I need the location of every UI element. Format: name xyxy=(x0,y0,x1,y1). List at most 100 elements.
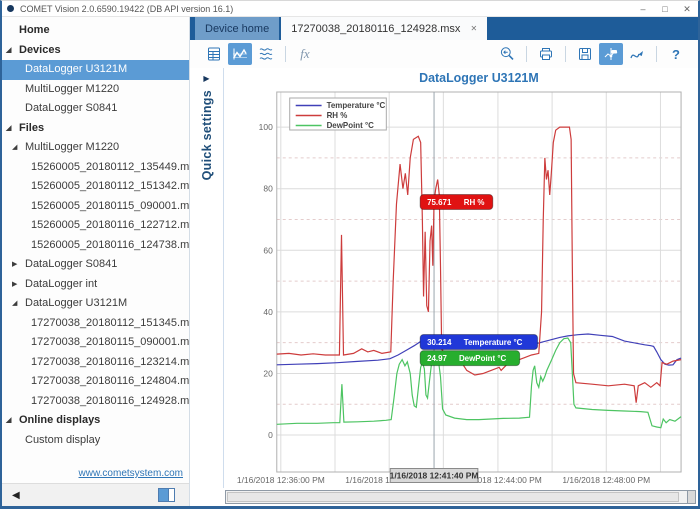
tree-item-15260005-20180112-135449-msx[interactable]: 15260005_20180112_135449.msx xyxy=(2,158,189,178)
export-icon xyxy=(577,46,593,62)
value-badge-value: 75.671 xyxy=(427,198,452,207)
tree-item-datalogger-int[interactable]: ▶ DataLogger int xyxy=(2,275,189,295)
toolbar-separator xyxy=(656,46,657,62)
close-icon[interactable]: ✕ xyxy=(676,2,698,16)
help-button[interactable]: ? xyxy=(664,43,688,65)
tree-item-files[interactable]: ◢ Files xyxy=(2,119,189,139)
app-icon xyxy=(7,5,14,12)
print-icon xyxy=(538,46,554,62)
tree-item-custom-display[interactable]: Custom display xyxy=(2,431,189,451)
tree-item-multilogger-m1220[interactable]: ◢ MultiLogger M1220 xyxy=(2,138,189,158)
toolbar-left-group: fx xyxy=(202,43,317,65)
tree-item-online-displays[interactable]: ◢ Online displays xyxy=(2,411,189,431)
tree-item-label: Online displays xyxy=(19,414,100,426)
sidebar: Home◢DevicesDataLogger U3121MMultiLogger… xyxy=(2,17,190,506)
show-values-button[interactable] xyxy=(599,43,623,65)
expander-closed-icon[interactable]: ▶ xyxy=(12,275,17,295)
tree-item-datalogger-s0841[interactable]: DataLogger S0841 xyxy=(2,99,189,119)
expander-open-icon[interactable]: ◢ xyxy=(6,411,11,431)
tree-item-15260005-20180112-151342-msx[interactable]: 15260005_20180112_151342.msx xyxy=(2,177,189,197)
y-axis-tick-label: 60 xyxy=(263,245,273,255)
zoom-reset-button[interactable] xyxy=(495,43,519,65)
tree-item-15260005-20180116-124738-msx[interactable]: 15260005_20180116_124738.msx xyxy=(2,236,189,256)
tab-data-file[interactable]: 17270038_20180116_124928.msx ✕ xyxy=(281,17,487,40)
expander-open-icon[interactable]: ◢ xyxy=(6,41,11,61)
tab-device-home[interactable]: Device home xyxy=(195,17,279,40)
y-axis-tick-label: 100 xyxy=(259,122,273,132)
tree-item-label: DataLogger S0841 xyxy=(25,102,117,114)
tree-item-15260005-20180116-122712-msx[interactable]: 15260005_20180116_122712.msx xyxy=(2,216,189,236)
app-window: COMET Vision 2.0.6590.19422 (DB API vers… xyxy=(0,0,700,509)
y-axis-tick-label: 20 xyxy=(263,368,273,378)
tree-item-15260005-20180115-090001-msx[interactable]: 15260005_20180115_090001.msx xyxy=(2,197,189,217)
legend-label: RH % xyxy=(327,111,348,120)
tree-item-home[interactable]: Home xyxy=(2,21,189,41)
tree-item-label: MultiLogger M1220 xyxy=(25,141,119,153)
y-axis-tick-label: 80 xyxy=(263,184,273,194)
tree-item-17270038-20180116-123214-msx[interactable]: 17270038_20180116_123214.msx xyxy=(2,353,189,373)
expander-open-icon[interactable]: ◢ xyxy=(12,138,17,158)
tree-item-label: 15260005_20180112_151342.msx xyxy=(31,180,189,192)
window-title: COMET Vision 2.0.6590.19422 (DB API vers… xyxy=(20,4,233,14)
scrollbar-track[interactable] xyxy=(225,490,688,504)
print-button[interactable] xyxy=(534,43,558,65)
value-badge-series: RH % xyxy=(464,198,485,207)
scrollbar-thumb[interactable] xyxy=(227,492,679,502)
tree-item-label: 15260005_20180116_122712.msx xyxy=(31,219,189,231)
graph-view-icon xyxy=(232,46,248,62)
tree-item-datalogger-u3121m[interactable]: DataLogger U3121M xyxy=(2,60,189,80)
website-link-row: www.cometsystem.com xyxy=(2,467,189,483)
value-badge-value: 24.97 xyxy=(427,354,447,363)
chart[interactable]: DataLogger U3121M0204060801001/16/2018 1… xyxy=(224,68,697,489)
toolbar-separator xyxy=(285,46,286,62)
tree-item-17270038-20180116-124804-msx[interactable]: 17270038_20180116_124804.msx xyxy=(2,372,189,392)
tree-item-17270038-20180116-124928-msx[interactable]: 17270038_20180116_124928.msx xyxy=(2,392,189,412)
legend-label: Temperature °C xyxy=(327,101,386,110)
graph-view-button[interactable] xyxy=(228,43,252,65)
tree-item-label: DataLogger int xyxy=(25,278,97,290)
value-badge-value: 30.214 xyxy=(427,338,452,347)
tree-item-label: 15260005_20180112_135449.msx xyxy=(31,161,189,173)
multi-graph-view-button[interactable] xyxy=(254,43,278,65)
tree-item-label: DataLogger S0841 xyxy=(25,258,117,270)
sidebar-footer: ◀ xyxy=(2,483,189,506)
tree-item-label: DataLogger U3121M xyxy=(25,297,127,309)
tree-item-17270038-20180112-151345-msx[interactable]: 17270038_20180112_151345.msx xyxy=(2,314,189,334)
tree-item-datalogger-u3121m[interactable]: ◢ DataLogger U3121M xyxy=(2,294,189,314)
tree-item-devices[interactable]: ◢ Devices xyxy=(2,41,189,61)
tree-item-multilogger-m1220[interactable]: MultiLogger M1220 xyxy=(2,80,189,100)
zoom-reset-icon xyxy=(499,46,515,62)
maximize-icon[interactable]: □ xyxy=(654,2,676,16)
main-area: Device home 17270038_20180116_124928.msx… xyxy=(190,17,698,506)
tree-item-datalogger-s0841[interactable]: ▶ DataLogger S0841 xyxy=(2,255,189,275)
chart-panel: DataLogger U3121M0204060801001/16/2018 1… xyxy=(224,68,698,488)
tree-item-label: 15260005_20180116_124738.msx xyxy=(31,239,189,251)
smooth-curve-button[interactable] xyxy=(625,43,649,65)
cursor-time-label: 1/16/2018 12:41:40 PM xyxy=(390,470,479,480)
tab-bar: Device home 17270038_20180116_124928.msx… xyxy=(190,17,698,40)
table-view-button[interactable] xyxy=(202,43,226,65)
tree-item-label: Devices xyxy=(19,44,61,56)
plot-border xyxy=(277,92,681,472)
expander-open-icon[interactable]: ◢ xyxy=(6,119,11,139)
tree-item-17270038-20180115-090001-msx[interactable]: 17270038_20180115_090001.msx xyxy=(2,333,189,353)
x-axis-tick-label: 1/16/2018 12:36:00 PM xyxy=(237,475,325,485)
close-tab-icon[interactable]: ✕ xyxy=(470,24,477,33)
window-controls: – □ ✕ xyxy=(632,2,698,16)
tree-item-label: 15260005_20180115_090001.msx xyxy=(31,200,189,212)
tree-item-label: Files xyxy=(19,122,44,134)
minimize-icon[interactable]: – xyxy=(632,2,654,16)
titlebar: COMET Vision 2.0.6590.19422 (DB API vers… xyxy=(2,1,698,17)
collapse-sidebar-icon[interactable]: ◀ xyxy=(12,490,20,501)
show-values-icon xyxy=(603,46,619,62)
website-link[interactable]: www.cometsystem.com xyxy=(79,468,183,479)
multi-graph-view-icon xyxy=(258,46,274,62)
panel-toggle-icon[interactable] xyxy=(158,488,175,502)
export-button[interactable] xyxy=(573,43,597,65)
tree-item-label: 17270038_20180116_123214.msx xyxy=(31,356,189,368)
quick-settings-panel[interactable]: ▶ Quick settings xyxy=(190,68,224,488)
expander-closed-icon[interactable]: ▶ xyxy=(12,255,17,275)
expander-open-icon[interactable]: ◢ xyxy=(12,294,17,314)
function-view-button[interactable]: fx xyxy=(293,43,317,65)
y-axis-tick-label: 0 xyxy=(268,430,273,440)
